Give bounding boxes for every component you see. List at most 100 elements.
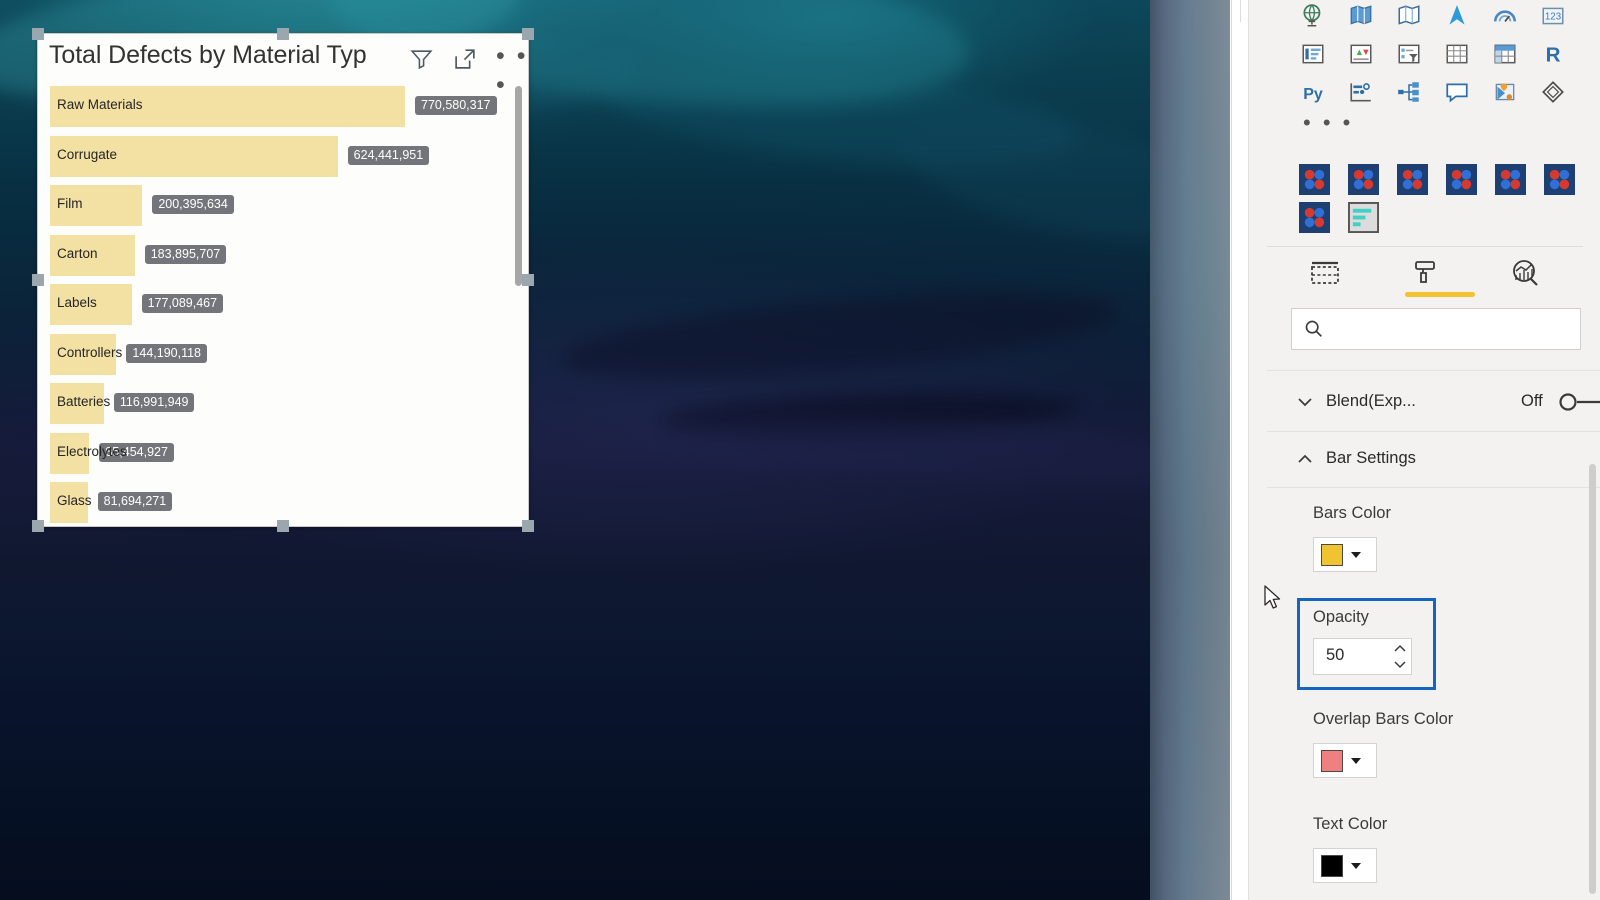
- custom-visuals-row-1: [1299, 164, 1575, 195]
- card-icon[interactable]: 123: [1539, 2, 1567, 30]
- window-gap-divider: [1231, 0, 1232, 900]
- bar-value-label: 81,694,271: [97, 492, 173, 511]
- chart-header: Total Defects by Material Typ • • •: [38, 34, 528, 99]
- pane-tabs: [1303, 252, 1547, 297]
- bar-value-label: 200,395,634: [152, 195, 234, 214]
- pane-divider: [1267, 370, 1600, 371]
- chevron-down-icon: [1351, 551, 1361, 558]
- blend-toggle-state: Off: [1521, 392, 1543, 410]
- custom-visual-icon[interactable]: [1397, 164, 1428, 195]
- custom-visual-icon[interactable]: [1348, 164, 1379, 195]
- gallery-more-icon[interactable]: • • •: [1303, 110, 1353, 136]
- bar-row[interactable]: Film 200,395,634: [50, 185, 520, 226]
- text-color-swatch: [1321, 854, 1343, 877]
- globe-map-icon[interactable]: [1299, 2, 1327, 30]
- python-script-icon[interactable]: Py: [1299, 78, 1327, 106]
- window-edge-sheen: [1150, 0, 1230, 900]
- gauge-icon[interactable]: [1491, 2, 1519, 30]
- bar-row[interactable]: Raw Materials 770,580,317: [50, 86, 520, 127]
- slicer-icon[interactable]: [1395, 40, 1423, 68]
- arcgis-map-icon[interactable]: [1443, 2, 1471, 30]
- search-icon: [1305, 320, 1322, 337]
- custom-visual-icon[interactable]: [1299, 202, 1330, 233]
- chart-visual-container[interactable]: Total Defects by Material Typ • • • Raw …: [32, 28, 534, 532]
- window-gap: [1230, 0, 1248, 900]
- bars-color-picker[interactable]: [1313, 537, 1377, 572]
- bar-category-label: Batteries: [57, 394, 111, 409]
- bar-row[interactable]: Carton 183,895,707: [50, 234, 520, 276]
- custom-visual-icon[interactable]: [1299, 164, 1330, 195]
- bar-value-label: 770,580,317: [415, 96, 497, 115]
- analytics-tab[interactable]: [1503, 252, 1547, 294]
- overlap-bars-color-label: Overlap Bars Color: [1313, 710, 1454, 728]
- bar-value-label: 177,089,467: [141, 294, 224, 313]
- bar-category-label: Corrugate: [57, 146, 118, 162]
- bars-color-swatch: [1321, 543, 1343, 566]
- bar-value-label: 144,190,118: [126, 343, 208, 363]
- bar-value-label: 116,991,949: [113, 393, 195, 412]
- multi-row-card-icon[interactable]: [1299, 40, 1327, 68]
- fields-tab[interactable]: [1303, 252, 1347, 294]
- smart-narrative-icon[interactable]: [1539, 78, 1567, 106]
- chart-plot-area: Raw Materials 770,580,317 Corrugate 624,441…: [38, 81, 528, 524]
- matrix-icon[interactable]: [1491, 40, 1519, 68]
- search-input[interactable]: [1291, 308, 1581, 350]
- overlap-bars-color-swatch: [1321, 749, 1343, 772]
- custom-visual-icon[interactable]: [1495, 164, 1526, 195]
- chart-title: Total Defects by Material Typ: [49, 41, 367, 69]
- decomposition-tree-icon[interactable]: [1395, 78, 1423, 106]
- overlap-bars-color-picker[interactable]: [1313, 743, 1377, 778]
- kpi-icon[interactable]: [1347, 40, 1375, 68]
- bar-category-label: Electrolytes: [57, 443, 127, 459]
- format-tab[interactable]: [1403, 252, 1475, 297]
- bar-value-label: 624,441,951: [347, 145, 430, 165]
- paginated-report-icon[interactable]: [1491, 78, 1519, 106]
- bar-row[interactable]: Batteries 116,991,949: [50, 383, 520, 424]
- bar-row[interactable]: Controllers 144,190,118: [50, 333, 520, 375]
- bar-category-label: Glass: [57, 493, 92, 508]
- filter-icon[interactable]: [409, 46, 434, 76]
- key-influencers-icon[interactable]: [1347, 78, 1375, 106]
- custom-visual-icon[interactable]: [1544, 164, 1575, 195]
- table-icon[interactable]: [1443, 40, 1471, 68]
- blend-toggle[interactable]: [1558, 392, 1600, 417]
- opacity-label: Opacity: [1313, 608, 1369, 626]
- filled-map-icon[interactable]: [1347, 2, 1375, 30]
- svg-text:Py: Py: [1303, 86, 1323, 103]
- svg-text:R: R: [1546, 44, 1561, 67]
- bar-category-label: Controllers: [57, 344, 123, 360]
- custom-visual-icon[interactable]: [1446, 164, 1477, 195]
- chevron-down-icon: [1351, 862, 1361, 869]
- text-color-picker[interactable]: [1313, 848, 1377, 883]
- wallpaper-wave: [558, 275, 1122, 395]
- r-script-icon[interactable]: R: [1539, 40, 1567, 68]
- spinner-down-icon[interactable]: [1392, 657, 1408, 675]
- blend-section-label: Blend(Exp...: [1326, 392, 1416, 410]
- pane-divider: [1267, 431, 1600, 432]
- bar-value-label: 183,895,707: [144, 244, 227, 264]
- qa-icon[interactable]: [1443, 78, 1471, 106]
- chevron-up-icon: [1296, 450, 1314, 468]
- overlap-bar-chart-icon[interactable]: [1348, 202, 1379, 233]
- focus-mode-icon[interactable]: [453, 46, 478, 76]
- bar-category-label: Carton: [57, 245, 98, 261]
- bars-color-label: Bars Color: [1313, 504, 1391, 522]
- shape-map-icon[interactable]: [1395, 2, 1423, 30]
- svg-text:123: 123: [1545, 11, 1561, 22]
- pane-divider: [1267, 246, 1583, 247]
- active-tab-indicator: [1405, 292, 1475, 297]
- opacity-value: 50: [1326, 646, 1345, 664]
- bar-settings-section-label: Bar Settings: [1326, 449, 1416, 467]
- bar-row[interactable]: Electrolytes 85,454,927: [50, 432, 520, 474]
- blend-section-header[interactable]: Blend(Exp...: [1296, 392, 1416, 411]
- pane-scrollbar-thumb[interactable]: [1589, 464, 1596, 894]
- bar-row[interactable]: Labels 177,089,467: [50, 284, 520, 325]
- bar-category-label: Film: [57, 196, 83, 211]
- bar-row[interactable]: Glass 81,694,271: [50, 482, 520, 523]
- bar-row[interactable]: Corrugate 624,441,951: [50, 135, 520, 177]
- bar-settings-section-header[interactable]: Bar Settings: [1296, 449, 1416, 468]
- chevron-down-icon: [1296, 393, 1314, 411]
- chevron-down-icon: [1351, 757, 1361, 764]
- chart-scrollbar-thumb[interactable]: [515, 86, 522, 286]
- bar-category-label: Labels: [57, 295, 97, 310]
